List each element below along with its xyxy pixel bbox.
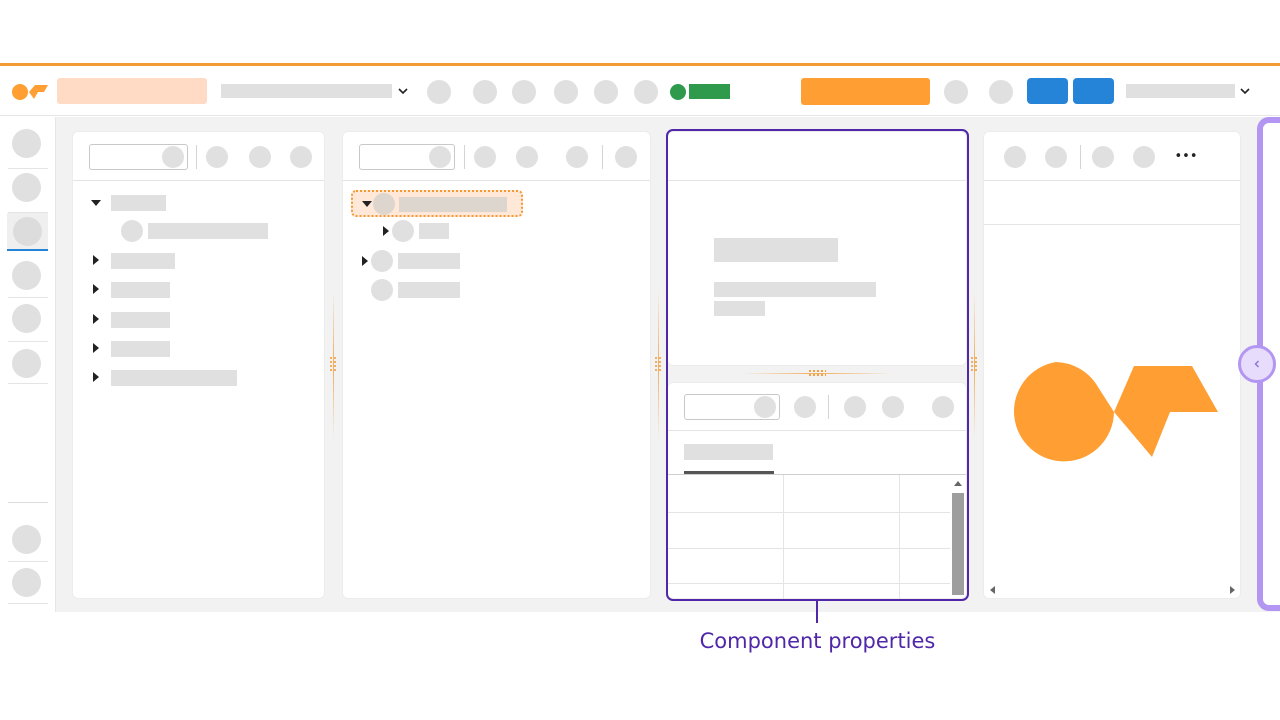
tree-item[interactable] bbox=[398, 253, 460, 269]
left-icon-rail bbox=[0, 117, 56, 612]
tree-item[interactable] bbox=[398, 282, 460, 298]
settings-button[interactable] bbox=[944, 80, 968, 104]
tree-item[interactable] bbox=[111, 195, 166, 211]
add-layer-button[interactable] bbox=[474, 146, 496, 168]
add-page-button[interactable] bbox=[206, 146, 228, 168]
tree-item[interactable] bbox=[111, 341, 170, 357]
layer-options-button[interactable] bbox=[615, 146, 637, 168]
tree-item[interactable] bbox=[148, 223, 268, 239]
drawer-toggle-button[interactable] bbox=[1238, 345, 1276, 383]
callout-connector bbox=[816, 601, 818, 623]
collapse-toggle[interactable] bbox=[91, 200, 101, 206]
tree-item[interactable] bbox=[111, 282, 170, 298]
chevron-down-icon[interactable] bbox=[397, 86, 409, 96]
delete-button[interactable] bbox=[634, 80, 658, 104]
status-dot bbox=[670, 84, 686, 100]
search-icon[interactable] bbox=[162, 146, 184, 168]
app-logo-icon[interactable] bbox=[11, 83, 49, 101]
search-input[interactable] bbox=[359, 144, 455, 170]
scroll-left-arrow[interactable] bbox=[990, 586, 995, 594]
tree-item-icon bbox=[371, 279, 393, 301]
preview-button[interactable] bbox=[1027, 78, 1068, 104]
tree-item[interactable] bbox=[111, 253, 175, 269]
rail-item-components-active[interactable] bbox=[7, 213, 48, 251]
cut-button[interactable] bbox=[512, 80, 536, 104]
scroll-right-arrow[interactable] bbox=[1230, 586, 1235, 594]
project-name-field[interactable] bbox=[57, 78, 207, 104]
callout-highlight-frame bbox=[666, 129, 969, 601]
group-layer-button[interactable] bbox=[516, 146, 538, 168]
zoom-in-button[interactable] bbox=[1045, 146, 1067, 168]
share-button[interactable] bbox=[1073, 78, 1114, 104]
copy-button[interactable] bbox=[554, 80, 578, 104]
rail-item-pages[interactable] bbox=[12, 129, 41, 158]
fit-view-button[interactable] bbox=[1092, 146, 1114, 168]
expand-toggle[interactable] bbox=[93, 343, 99, 353]
rail-item-account[interactable] bbox=[12, 568, 41, 597]
rail-item-data[interactable] bbox=[12, 304, 41, 333]
chevron-left-icon[interactable] bbox=[1252, 359, 1262, 369]
search-input[interactable] bbox=[89, 144, 188, 170]
rail-item-layers[interactable] bbox=[12, 173, 41, 202]
tree-item-icon bbox=[121, 220, 143, 242]
expand-toggle[interactable] bbox=[93, 372, 99, 382]
tree-item[interactable] bbox=[111, 370, 237, 386]
layers-panel bbox=[342, 131, 651, 599]
tree-item-icon bbox=[371, 250, 393, 272]
file-selector-label[interactable] bbox=[221, 84, 392, 98]
preview-panel: ••• bbox=[983, 131, 1241, 599]
device-button[interactable] bbox=[1133, 146, 1155, 168]
app-logo-icon bbox=[1014, 362, 1218, 462]
undo-button[interactable] bbox=[427, 80, 451, 104]
tree-item[interactable] bbox=[419, 223, 449, 239]
expand-toggle[interactable] bbox=[93, 255, 99, 265]
expand-toggle[interactable] bbox=[383, 226, 389, 236]
lock-layer-button[interactable] bbox=[566, 146, 588, 168]
status-badge bbox=[689, 84, 730, 99]
expand-toggle[interactable] bbox=[93, 284, 99, 294]
expand-toggle[interactable] bbox=[362, 256, 368, 266]
selected-tree-item[interactable] bbox=[351, 190, 523, 217]
rail-item-assets[interactable] bbox=[12, 261, 41, 290]
pages-panel bbox=[72, 131, 325, 599]
zoom-out-button[interactable] bbox=[1004, 146, 1026, 168]
rail-item-plugins[interactable] bbox=[12, 349, 41, 378]
duplicate-page-button[interactable] bbox=[249, 146, 271, 168]
tree-item-icon bbox=[392, 220, 414, 242]
expand-toggle[interactable] bbox=[93, 314, 99, 324]
user-menu-label[interactable] bbox=[1126, 84, 1235, 98]
rail-item-notifications[interactable] bbox=[12, 525, 41, 554]
paste-button[interactable] bbox=[594, 80, 618, 104]
chevron-down-icon[interactable] bbox=[1239, 86, 1251, 96]
help-button[interactable] bbox=[989, 80, 1013, 104]
header-bar bbox=[0, 66, 1280, 116]
publish-button[interactable] bbox=[801, 78, 930, 105]
redo-button[interactable] bbox=[473, 80, 497, 104]
tree-item[interactable] bbox=[111, 312, 170, 328]
more-horizontal-icon[interactable]: ••• bbox=[1172, 146, 1200, 168]
callout-label: Component properties bbox=[699, 629, 936, 653]
search-icon[interactable] bbox=[429, 146, 451, 168]
page-options-button[interactable] bbox=[290, 146, 312, 168]
